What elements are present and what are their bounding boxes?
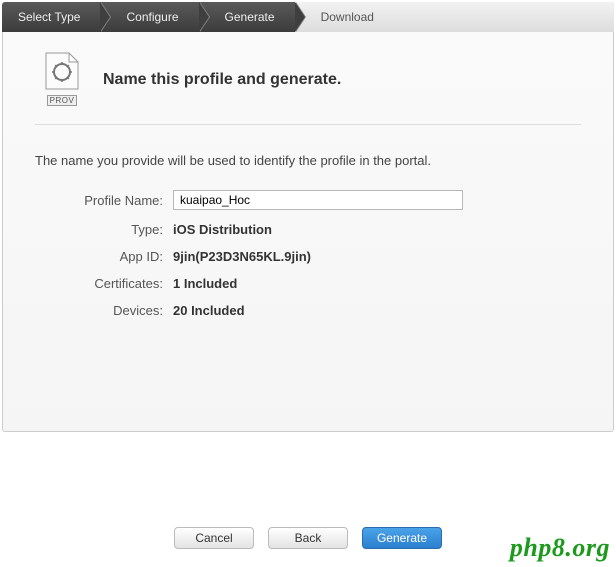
page-title: Name this profile and generate. <box>103 71 341 89</box>
crumb-select-type[interactable]: Select Type <box>2 2 100 32</box>
certificates-label: Certificates: <box>3 276 173 291</box>
certificates-value: 1 Included <box>173 276 237 291</box>
app-id-value: 9jin(P23D3N65KL.9jin) <box>173 249 311 264</box>
crumb-generate[interactable]: Generate <box>199 2 295 32</box>
description: The name you provide will be used to ide… <box>35 153 581 168</box>
crumb-configure[interactable]: Configure <box>100 2 198 32</box>
divider <box>35 124 581 125</box>
back-button[interactable]: Back <box>268 527 348 549</box>
generate-button[interactable]: Generate <box>362 527 442 549</box>
profile-name-input[interactable] <box>173 190 463 210</box>
main-panel: PROV Name this profile and generate. The… <box>2 32 614 432</box>
breadcrumb: Select Type Configure Generate Download <box>2 2 614 32</box>
devices-value: 20 Included <box>173 303 245 318</box>
crumb-download: Download <box>295 2 614 32</box>
type-value: iOS Distribution <box>173 222 272 237</box>
cancel-button[interactable]: Cancel <box>174 527 254 549</box>
app-id-label: App ID: <box>3 249 173 264</box>
button-bar: Cancel Back Generate <box>0 527 616 549</box>
profile-name-label: Profile Name: <box>3 193 173 208</box>
provisioning-profile-icon: PROV <box>43 52 81 108</box>
prov-icon-label: PROV <box>47 95 78 106</box>
devices-label: Devices: <box>3 303 173 318</box>
type-label: Type: <box>3 222 173 237</box>
